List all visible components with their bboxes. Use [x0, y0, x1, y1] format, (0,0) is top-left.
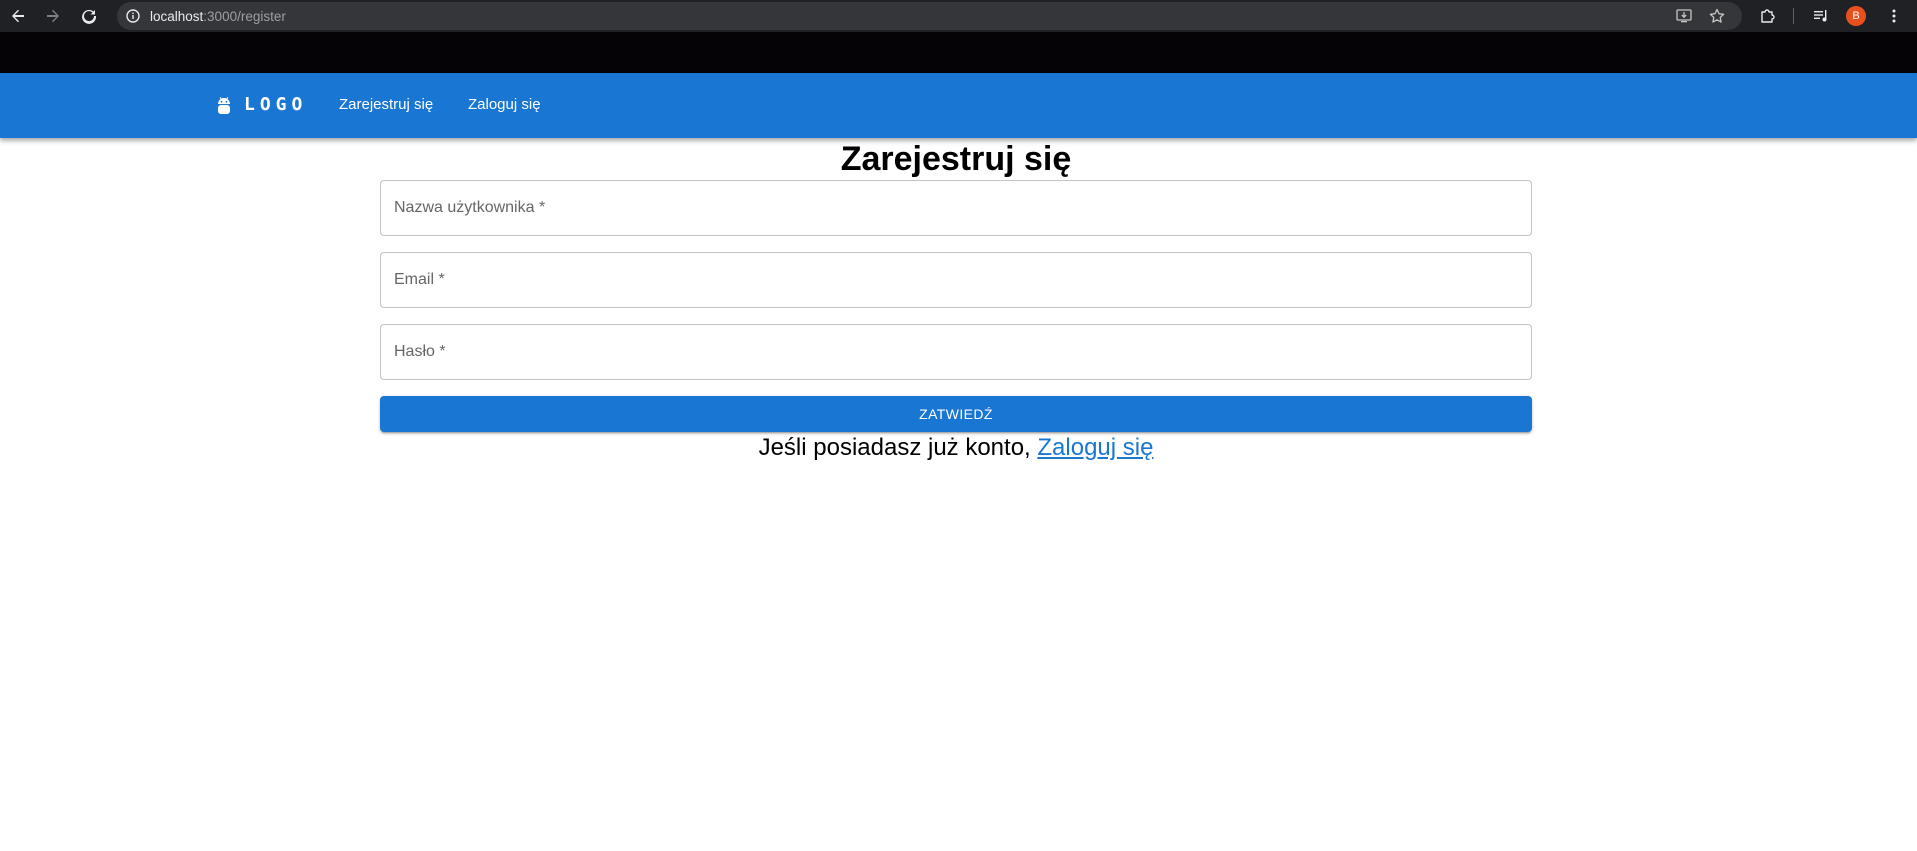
reload-icon — [82, 9, 97, 24]
toolbar-separator — [1793, 8, 1794, 24]
logo-text[interactable]: LOGO — [244, 94, 307, 115]
submit-button[interactable]: ZATWIEDŹ — [380, 396, 1532, 432]
media-controls-button[interactable] — [1811, 6, 1831, 26]
back-button[interactable] — [6, 4, 30, 28]
kebab-menu-icon — [1892, 9, 1896, 23]
login-link[interactable]: Zaloguj się — [1037, 434, 1153, 461]
top-strip — [0, 32, 1917, 73]
url-host: localhost — [150, 8, 204, 24]
extensions-button[interactable] — [1757, 6, 1777, 26]
browser-toolbar: localhost:3000/register B — [0, 0, 1917, 32]
install-app-icon — [1676, 9, 1692, 23]
browser-menu-button[interactable] — [1884, 6, 1904, 26]
logo-icon-wrapper — [216, 95, 232, 117]
password-label: Hasło * — [394, 343, 446, 360]
app-bar: LOGO Zarejestruj się Zaloguj się — [0, 73, 1917, 138]
android-icon — [218, 97, 230, 114]
nav-link-login[interactable]: Zaloguj się — [468, 96, 541, 113]
profile-avatar[interactable]: B — [1846, 6, 1866, 26]
info-icon — [126, 9, 140, 23]
username-field[interactable]: Nazwa użytkownika * — [380, 180, 1532, 236]
arrow-left-icon — [12, 9, 24, 23]
email-label: Email * — [394, 271, 445, 288]
email-field[interactable]: Email * — [380, 252, 1532, 308]
login-prompt-text: Jeśli posiadasz już konto, — [758, 434, 1038, 461]
username-label: Nazwa użytkownika * — [394, 199, 546, 216]
puzzle-icon — [1761, 9, 1775, 23]
nav-link-register[interactable]: Zarejestruj się — [339, 96, 433, 113]
url-text: localhost:3000/register — [150, 9, 286, 24]
login-prompt: Jeśli posiadasz już konto, Zaloguj się — [380, 432, 1532, 464]
address-bar[interactable]: localhost:3000/register — [117, 2, 1742, 30]
password-field[interactable]: Hasło * — [380, 324, 1532, 380]
site-info-button[interactable] — [126, 9, 140, 23]
star-icon — [1709, 8, 1725, 23]
reload-button[interactable] — [77, 4, 101, 28]
page-title: Zarejestruj się — [840, 140, 1072, 178]
media-queue-icon — [1814, 10, 1827, 22]
url-path: :3000/register — [203, 8, 286, 24]
forward-button[interactable] — [41, 4, 65, 28]
install-app-button[interactable] — [1675, 7, 1693, 25]
arrow-right-icon — [47, 9, 59, 23]
bookmark-button[interactable] — [1708, 7, 1726, 25]
